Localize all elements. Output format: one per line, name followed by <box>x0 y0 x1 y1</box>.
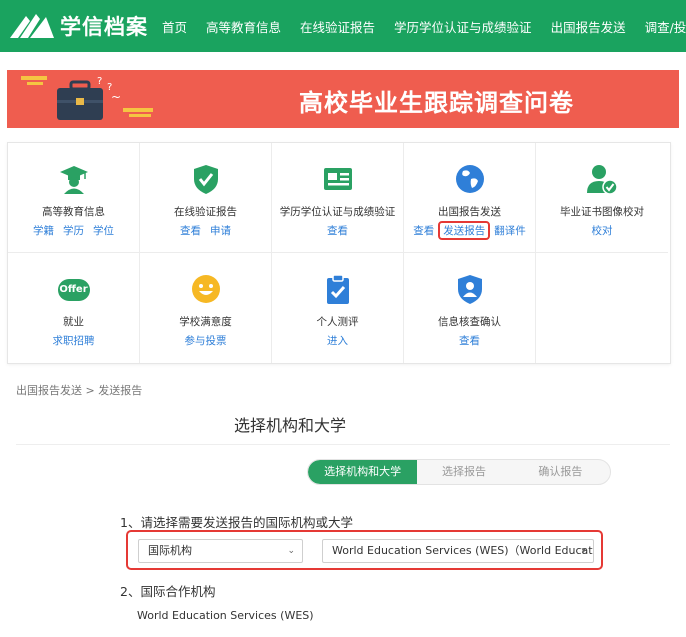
main-nav: 首页 高等教育信息 在线验证报告 学历学位认证与成绩验证 出国报告发送 调查/投… <box>162 17 686 36</box>
institution-type-value: 国际机构 <box>148 544 192 557</box>
banner-title: 高校毕业生跟踪调查问卷 <box>299 89 574 117</box>
nav-home[interactable]: 首页 <box>162 17 187 36</box>
cell-title: 就业 <box>63 316 84 328</box>
grid-cell-empty <box>536 253 668 363</box>
grid-cell-online-verification[interactable]: 在线验证报告 查看 申请 <box>140 143 272 253</box>
nav-report-sending[interactable]: 出国报告发送 <box>551 17 626 36</box>
chevron-down-icon: ⌄ <box>287 546 295 556</box>
breadcrumb-current: 发送报告 <box>98 384 143 397</box>
link-degree[interactable]: 学位 <box>93 223 114 238</box>
shield-check-icon <box>193 165 218 194</box>
logo-book-icon <box>8 11 56 41</box>
institution-select[interactable]: World Education Services (WES)（World Edu… <box>322 539 594 563</box>
link-apply[interactable]: 申请 <box>210 223 231 238</box>
breadcrumb-separator: > <box>85 384 95 397</box>
institution-value: World Education Services (WES)（World Edu… <box>332 544 594 557</box>
top-navigation-bar: 学信档案 首页 高等教育信息 在线验证报告 学历学位认证与成绩验证 出国报告发送… <box>0 0 686 52</box>
link-send-report[interactable]: 发送报告 <box>438 221 491 240</box>
institution-type-select[interactable]: 国际机构 ⌄ <box>138 539 303 563</box>
cell-title: 毕业证书图像校对 <box>560 206 644 218</box>
step-select-report[interactable]: 选择报告 <box>417 460 510 484</box>
page-title: 选择机构和大学 <box>234 416 347 435</box>
grid-cell-higher-education[interactable]: 高等教育信息 学籍 学历 学位 <box>8 143 140 253</box>
briefcase-illustration-icon: ? ? ~ <box>21 76 153 120</box>
step-select-institution[interactable]: 选择机构和大学 <box>308 460 418 484</box>
site-logo[interactable]: 学信档案 <box>8 11 148 41</box>
step-confirm-report[interactable]: 确认报告 <box>511 460 610 484</box>
nav-online-verification[interactable]: 在线验证报告 <box>300 17 375 36</box>
breadcrumb: 出国报告发送 > 发送报告 <box>16 382 142 398</box>
link-vote[interactable]: 参与投票 <box>185 333 227 348</box>
breadcrumb-parent[interactable]: 出国报告发送 <box>16 384 82 397</box>
organization-name: World Education Services (WES) <box>137 609 314 622</box>
grid-cell-report-sending[interactable]: 出国报告发送 查看 发送报告 翻译件 <box>404 143 536 253</box>
survey-banner[interactable]: ? ? ~ 高校毕业生跟踪调查问卷 <box>7 70 679 128</box>
cell-title: 个人测评 <box>316 316 359 328</box>
cell-title: 学历学位认证与成绩验证 <box>279 206 396 218</box>
step-indicator: 选择机构和大学 选择报告 确认报告 <box>307 459 611 485</box>
link-view[interactable]: 查看 <box>180 223 201 238</box>
link-view[interactable]: 查看 <box>327 223 348 238</box>
link-education[interactable]: 学历 <box>63 223 84 238</box>
grid-cell-degree-certification[interactable]: 学历学位认证与成绩验证 查看 <box>272 143 404 253</box>
person-shield-icon <box>457 275 482 304</box>
link-translation[interactable]: 翻译件 <box>494 223 526 238</box>
divider <box>16 444 670 445</box>
nav-survey-vote[interactable]: 调查/投票 <box>645 17 686 36</box>
cell-title: 出国报告发送 <box>438 206 501 218</box>
grid-cell-school-satisfaction[interactable]: 学校满意度 参与投票 <box>140 253 272 363</box>
smiley-icon <box>191 275 220 303</box>
graduate-icon <box>59 166 88 194</box>
selection-highlight-box: 国际机构 ⌄ World Education Services (WES)（Wo… <box>126 530 603 570</box>
link-student-status[interactable]: 学籍 <box>33 223 54 238</box>
user-check-icon <box>587 165 618 195</box>
grid-cell-personal-assessment[interactable]: 个人测评 进入 <box>272 253 404 363</box>
logo-text: 学信档案 <box>60 15 148 39</box>
cell-title: 在线验证报告 <box>174 206 237 218</box>
grid-cell-certificate-proofread[interactable]: 毕业证书图像校对 校对 <box>536 143 668 253</box>
link-view[interactable]: 查看 <box>459 333 480 348</box>
grid-cell-employment[interactable]: Offer 就业 求职招聘 <box>8 253 140 363</box>
question-2-label: 2、国际合作机构 <box>120 584 216 599</box>
grid-cell-info-verification[interactable]: 信息核查确认 查看 <box>404 253 536 363</box>
nav-higher-education[interactable]: 高等教育信息 <box>206 17 281 36</box>
link-proofread[interactable]: 校对 <box>592 223 613 238</box>
cell-title: 信息核查确认 <box>438 316 501 328</box>
cell-title: 学校满意度 <box>179 316 232 328</box>
question-1-label: 1、请选择需要发送报告的国际机构或大学 <box>120 515 353 530</box>
clipboard-check-icon <box>326 274 349 304</box>
caret-down-icon: ▾ <box>581 546 586 556</box>
link-view[interactable]: 查看 <box>413 223 434 238</box>
cell-title: 高等教育信息 <box>42 206 105 218</box>
globe-icon <box>455 165 484 193</box>
nav-degree-certification[interactable]: 学历学位认证与成绩验证 <box>394 17 532 36</box>
svg-text:?: ? <box>97 76 102 87</box>
certificate-icon <box>323 168 352 190</box>
link-enter[interactable]: 进入 <box>327 333 348 348</box>
service-grid: 高等教育信息 学籍 学历 学位 在线验证报告 查看 申请 学历学位认证与成绩验证… <box>7 142 671 364</box>
offer-icon: Offer <box>57 279 90 301</box>
link-job-search[interactable]: 求职招聘 <box>53 333 95 348</box>
svg-text:~: ~ <box>111 90 121 104</box>
